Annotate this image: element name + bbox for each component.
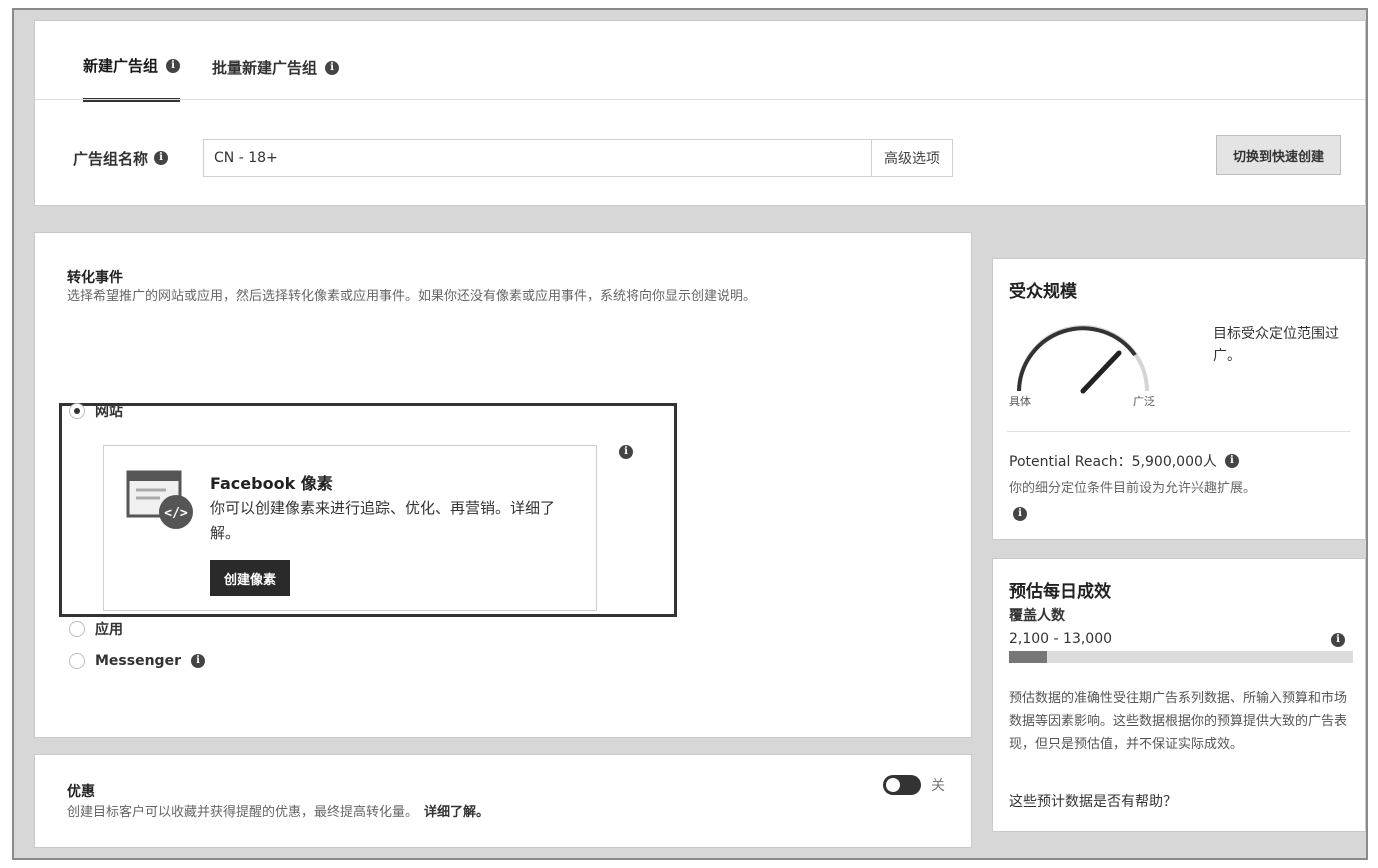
audience-size-panel: 受众规模 具体 广泛 目标受众定位范围过广。 Potential Reach：5… <box>992 258 1366 540</box>
audience-title: 受众规模 <box>1009 282 1077 302</box>
facebook-pixel-card: </> Facebook 像素 你可以创建像素来进行追踪、优化、再营销。详细了解… <box>103 445 597 611</box>
offers-description-text: 创建目标客户可以收藏并获得提醒的优惠，最终提高转化量。 <box>67 805 419 820</box>
tab-label: 新建广告组 <box>83 57 159 75</box>
switch-quick-create-button[interactable]: 切换到快速创建 <box>1215 135 1341 175</box>
estimate-title: 预估每日成效 <box>1009 582 1111 602</box>
toggle-label: 关 <box>931 778 945 794</box>
reach-note: 你的细分定位条件目前设为允许兴趣扩展。 <box>1009 481 1257 496</box>
pixel-description: 你可以创建像素来进行追踪、优化、再营销。详细了解。 <box>210 499 556 542</box>
reach-bar-fill <box>1009 651 1047 663</box>
svg-text:</>: </> <box>164 506 188 521</box>
info-icon[interactable]: i <box>190 654 205 668</box>
offers-toggle[interactable] <box>883 775 921 795</box>
audience-note: 目标受众定位范围过广。 <box>1213 326 1339 364</box>
radio-option-app[interactable]: 应用 <box>69 619 123 639</box>
estimate-note: 预估数据的准确性受往期广告系列数据、所输入预算和市场数据等因素影响。这些数据根据… <box>1009 691 1348 752</box>
offers-panel: 优惠 创建目标客户可以收藏并获得提醒的优惠，最终提高转化量。 详细了解。 关 <box>34 754 972 848</box>
pixel-code-icon: </> <box>126 470 193 529</box>
conversion-title: 转化事件 <box>67 270 123 286</box>
radio-button[interactable] <box>69 403 85 419</box>
adset-name-input[interactable]: CN - 18+ 高级选项 <box>203 139 953 177</box>
info-icon[interactable]: i <box>325 60 340 75</box>
potential-reach: Potential Reach：5,900,000人 i <box>1009 451 1239 471</box>
create-pixel-button[interactable]: 创建像素 <box>210 560 291 596</box>
radio-label: 网站 <box>95 404 123 420</box>
potential-reach-text: Potential Reach：5,900,000人 <box>1009 454 1217 470</box>
conversion-event-panel: 转化事件 选择希望推广的网站或应用，然后选择转化像素或应用事件。如果你还没有像素… <box>34 232 972 738</box>
estimated-daily-results-panel: 预估每日成效 覆盖人数 2,100 - 13,000 i 预估数据的准确性受往期… <box>992 558 1366 832</box>
advanced-options-button[interactable]: 高级选项 <box>871 140 952 176</box>
adset-name-label: 广告组名称 i <box>73 148 203 169</box>
divider <box>1007 431 1351 432</box>
radio-label: 应用 <box>95 622 123 638</box>
tab-divider <box>35 99 1365 100</box>
tab-bulk-new-adset[interactable]: 批量新建广告组 i <box>212 55 340 102</box>
radio-button[interactable] <box>69 621 85 637</box>
estimate-range: 2,100 - 13,000 <box>1009 631 1113 647</box>
tab-label: 批量新建广告组 <box>212 59 318 77</box>
radio-option-messenger[interactable]: Messenger i <box>69 653 205 669</box>
page-frame: 新建广告组 i 批量新建广告组 i 广告组名称 i CN - 18+ 高级选项 … <box>12 8 1368 860</box>
radio-label: Messenger <box>95 653 181 669</box>
radio-button[interactable] <box>69 653 85 669</box>
info-icon[interactable]: i <box>166 58 181 73</box>
gauge-low-label: 具体 <box>1009 395 1031 408</box>
tab-new-adset[interactable]: 新建广告组 i <box>83 55 181 102</box>
adset-name-value[interactable]: CN - 18+ <box>204 150 871 166</box>
learn-more-link[interactable]: 详细了解。 <box>424 805 489 820</box>
info-icon[interactable]: i <box>619 445 633 459</box>
gauge-high-label: 广泛 <box>1133 395 1155 408</box>
info-icon[interactable]: i <box>154 151 169 165</box>
radio-option-website[interactable]: 网站 <box>69 401 123 421</box>
reach-bar <box>1009 651 1353 663</box>
audience-gauge-icon <box>1017 325 1149 394</box>
pixel-title: Facebook 像素 <box>210 474 333 493</box>
adset-header-panel: 新建广告组 i 批量新建广告组 i 广告组名称 i CN - 18+ 高级选项 … <box>34 20 1366 206</box>
tabs: 新建广告组 i 批量新建广告组 i <box>83 55 340 102</box>
info-icon[interactable]: i <box>1331 633 1345 647</box>
estimate-helpful-link[interactable]: 这些预计数据是否有帮助？ <box>1009 791 1177 811</box>
adset-name-label-text: 广告组名称 <box>73 149 149 168</box>
offers-title: 优惠 <box>67 784 95 800</box>
estimate-subtitle: 覆盖人数 <box>1009 608 1065 624</box>
info-icon[interactable]: i <box>1224 454 1239 468</box>
adset-name-row: 广告组名称 i CN - 18+ 高级选项 <box>73 139 953 177</box>
offers-description: 创建目标客户可以收藏并获得提醒的优惠，最终提高转化量。 详细了解。 <box>67 803 489 823</box>
info-icon[interactable]: i <box>1013 507 1027 521</box>
conversion-description: 选择希望推广的网站或应用，然后选择转化像素或应用事件。如果你还没有像素或应用事件… <box>67 289 757 304</box>
